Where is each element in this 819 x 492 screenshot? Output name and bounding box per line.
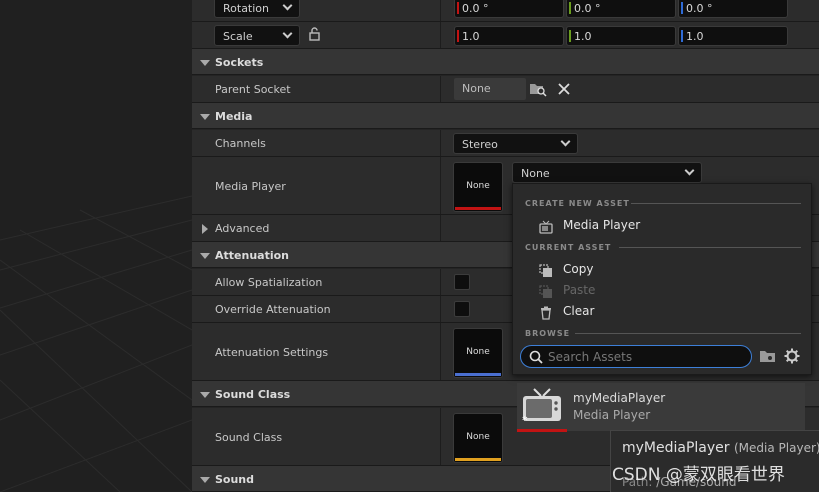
collapse-arrow-icon xyxy=(202,224,208,234)
asset-type: Media Player xyxy=(573,408,651,422)
media-player-thumbnail[interactable]: None xyxy=(453,162,503,212)
expand-arrow-icon xyxy=(200,60,210,66)
channels-row: Channels Stereo xyxy=(192,130,819,157)
copy-item[interactable]: Copy xyxy=(563,262,593,276)
parent-socket-row: Parent Socket None xyxy=(192,76,819,103)
rotation-label: Rotation xyxy=(223,2,270,15)
scale-y-field[interactable]: 1.0 xyxy=(566,26,676,46)
create-new-asset-header: CREATE NEW ASSET xyxy=(525,199,630,208)
clear-socket-icon[interactable] xyxy=(558,83,570,98)
paste-icon xyxy=(539,285,553,299)
scale-mode-combo[interactable]: Scale xyxy=(214,25,300,46)
attenuation-settings-thumbnail[interactable]: None xyxy=(453,328,503,378)
tooltip-subtitle: (Media Player) xyxy=(734,441,819,455)
allow-spatialization-checkbox[interactable] xyxy=(454,274,470,290)
copy-icon xyxy=(539,264,553,278)
tv-icon: * xyxy=(520,387,564,428)
viewport-grid xyxy=(0,0,192,492)
search-icon xyxy=(529,350,543,367)
section-sockets[interactable]: Sockets xyxy=(192,49,819,75)
chevron-down-icon xyxy=(684,165,695,176)
trash-icon xyxy=(539,306,553,320)
settings-gear-icon[interactable] xyxy=(784,348,800,367)
expand-arrow-icon xyxy=(200,392,210,398)
media-player-icon xyxy=(539,220,553,234)
chevron-down-icon xyxy=(282,28,293,39)
scale-x-field[interactable]: 1.0 xyxy=(454,26,564,46)
asset-name: myMediaPlayer xyxy=(573,391,666,405)
browse-socket-icon[interactable] xyxy=(529,81,547,100)
current-asset-header: CURRENT ASSET xyxy=(525,243,612,252)
scale-row: Scale 1.0 1.0 1.0 xyxy=(192,22,819,49)
expand-arrow-icon xyxy=(200,477,210,483)
chevron-down-icon xyxy=(560,136,571,147)
chevron-down-icon xyxy=(282,0,293,11)
rotation-x-field[interactable]: 0.0 ° xyxy=(454,0,564,18)
channels-combo[interactable]: Stereo xyxy=(453,133,578,154)
scale-z-field[interactable]: 1.0 xyxy=(678,26,788,46)
paste-item[interactable]: Paste xyxy=(563,283,595,297)
folder-icon[interactable] xyxy=(759,349,776,366)
watermark: CSDN @蒙双眼看世界 xyxy=(612,465,785,485)
lock-icon[interactable] xyxy=(308,27,322,44)
sound-class-thumbnail[interactable]: None xyxy=(453,413,503,463)
override-attenuation-checkbox[interactable] xyxy=(454,301,470,317)
section-media[interactable]: Media xyxy=(192,103,819,129)
level-viewport[interactable] xyxy=(0,0,192,492)
asset-tile-mymediaplayer[interactable]: * myMediaPlayer Media Player xyxy=(517,383,805,432)
create-media-player-item[interactable]: Media Player xyxy=(563,218,640,232)
scale-label: Scale xyxy=(223,30,253,43)
svg-text:*: * xyxy=(522,414,528,425)
rotation-row: Rotation 0.0 ° 0.0 ° 0.0 ° xyxy=(192,0,819,22)
search-assets-input[interactable]: Search Assets xyxy=(520,345,752,368)
rotation-z-field[interactable]: 0.0 ° xyxy=(678,0,788,18)
expand-arrow-icon xyxy=(200,253,210,259)
browse-header: BROWSE xyxy=(525,329,571,338)
parent-socket-field[interactable]: None xyxy=(454,78,526,100)
media-player-combo[interactable]: None xyxy=(512,162,702,183)
asset-picker-dropdown: CREATE NEW ASSET Media Player CURRENT AS… xyxy=(512,183,812,375)
expand-arrow-icon xyxy=(200,114,210,120)
tooltip-title: myMediaPlayer xyxy=(622,440,730,456)
clear-item[interactable]: Clear xyxy=(563,304,594,318)
rotation-y-field[interactable]: 0.0 ° xyxy=(566,0,676,18)
rotation-mode-combo[interactable]: Rotation xyxy=(214,0,300,18)
